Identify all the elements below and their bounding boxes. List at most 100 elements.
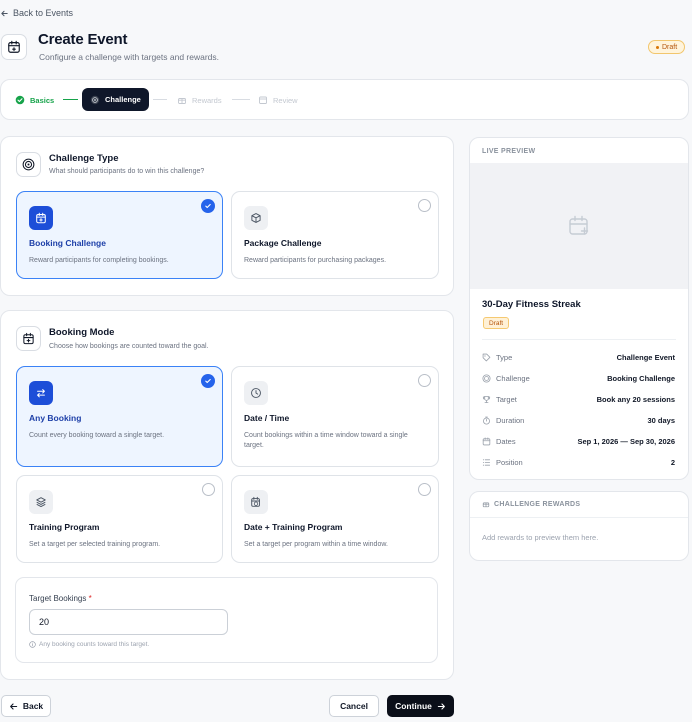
option-training-program[interactable]: Training Program Set a target per select… <box>16 475 223 563</box>
challenge-rewards-panel: CHALLENGE REWARDS Add rewards to preview… <box>469 491 689 561</box>
step-challenge-label: Challenge <box>105 95 141 104</box>
preview-image-placeholder <box>470 163 688 289</box>
status-dot-icon <box>656 45 659 49</box>
preview-status-badge: Draft <box>483 317 510 329</box>
step-connector <box>153 99 167 100</box>
target-icon <box>16 152 41 177</box>
preview-row-dates: Dates Sep 1, 2026 — Sep 30, 2026 <box>482 434 675 448</box>
preview-row-value: Challenge Event <box>616 352 675 362</box>
list-icon <box>482 458 491 467</box>
option-booking-challenge[interactable]: Booking Challenge Reward participants fo… <box>16 191 223 279</box>
option-description: Count bookings within a time window towa… <box>244 432 408 449</box>
option-description: Set a target per selected training progr… <box>29 541 161 548</box>
trophy-icon <box>482 395 491 404</box>
calendar-plus-icon <box>16 326 41 351</box>
layers-icon <box>29 490 53 514</box>
option-title: Training Program <box>29 522 100 532</box>
tag-icon <box>482 353 491 362</box>
divider <box>482 339 676 340</box>
preview-row-key: Dates <box>496 436 516 446</box>
radio-button[interactable] <box>418 199 431 212</box>
required-mark: * <box>88 594 92 603</box>
step-basics[interactable]: Basics <box>15 90 54 110</box>
stopwatch-icon <box>482 416 491 425</box>
continue-button[interactable]: Continue <box>387 695 454 717</box>
live-preview-panel: LIVE PREVIEW 30-Day Fitness Streak Draft… <box>469 137 689 480</box>
info-icon <box>29 641 36 648</box>
continue-button-label: Continue <box>395 701 432 711</box>
option-title: Any Booking <box>29 413 82 423</box>
step-challenge[interactable]: Challenge <box>82 88 149 111</box>
step-rewards[interactable]: Rewards <box>177 90 222 110</box>
option-title: Booking Challenge <box>29 238 106 248</box>
step-progress: Basics Challenge Rewards Review <box>0 79 689 120</box>
step-basics-label: Basics <box>30 95 55 105</box>
package-icon <box>244 206 268 230</box>
preview-row-key: Type <box>496 352 513 362</box>
back-button-label: Back <box>22 701 44 711</box>
preview-row-key: Position <box>496 457 523 467</box>
arrow-left-icon <box>9 702 18 711</box>
preview-row-value: 2 <box>670 457 675 467</box>
section-subtitle: Choose how bookings are counted toward t… <box>49 343 209 350</box>
section-subtitle: What should participants do to win this … <box>49 168 205 175</box>
preview-row-key: Target <box>496 394 517 404</box>
target-icon <box>90 95 100 105</box>
target-hint: Any booking counts toward this target. <box>29 641 149 648</box>
step-connector <box>232 99 250 100</box>
gift-icon <box>177 95 187 105</box>
preview-row-duration: Duration 30 days <box>482 413 675 427</box>
status-badge-label: Draft <box>662 43 678 51</box>
step-rewards-label: Rewards <box>192 95 222 105</box>
preview-row-value: Book any 20 sessions <box>596 394 675 404</box>
selected-check-icon <box>201 199 215 213</box>
preview-row-position: Position 2 <box>482 455 675 469</box>
option-date-training-program[interactable]: Date + Training Program Set a target per… <box>231 475 439 563</box>
option-any-booking[interactable]: Any Booking Count every booking toward a… <box>16 366 223 467</box>
preview-row-value: 30 days <box>647 415 675 425</box>
calendar-plus-icon <box>29 206 53 230</box>
rewards-empty-text: Add rewards to preview them here. <box>482 533 599 542</box>
target-icon <box>482 373 491 383</box>
preview-row-key: Duration <box>496 415 525 425</box>
selected-check-icon <box>201 374 215 388</box>
target-hint-text: Any booking counts toward this target. <box>39 641 150 648</box>
step-connector <box>63 99 78 100</box>
target-bookings-panel: Target Bookings * Any booking counts tow… <box>15 577 438 663</box>
option-package-challenge[interactable]: Package Challenge Reward participants fo… <box>231 191 439 279</box>
step-review[interactable]: Review <box>258 90 298 110</box>
radio-button[interactable] <box>418 483 431 496</box>
target-bookings-input[interactable] <box>29 609 228 635</box>
check-circle-icon <box>15 95 25 105</box>
swap-icon <box>29 381 53 405</box>
preview-row-key: Challenge <box>496 373 530 383</box>
back-to-events-link[interactable]: Back to Events <box>0 8 73 18</box>
live-preview-heading: LIVE PREVIEW <box>482 148 536 155</box>
target-bookings-label: Target Bookings * <box>29 594 92 603</box>
back-button[interactable]: Back <box>1 695 51 717</box>
gift-icon <box>482 500 490 508</box>
back-to-events-label: Back to Events <box>13 8 74 18</box>
option-title: Package Challenge <box>244 238 322 248</box>
challenge-type-section: Challenge Type What should participants … <box>0 136 454 296</box>
cancel-button[interactable]: Cancel <box>329 695 379 717</box>
radio-button[interactable] <box>202 483 215 496</box>
rewards-heading-text: CHALLENGE REWARDS <box>494 500 581 508</box>
option-description: Count every booking toward a single targ… <box>29 432 165 439</box>
section-title: Booking Mode <box>49 327 115 338</box>
option-title: Date / Time <box>244 413 290 423</box>
preview-row-value: Booking Challenge <box>607 373 675 383</box>
arrow-left-icon <box>0 9 9 18</box>
option-title: Date + Training Program <box>244 522 343 532</box>
calendar-clock-icon <box>244 490 268 514</box>
target-label-text: Target Bookings <box>29 594 87 603</box>
preview-row-type: Type Challenge Event <box>482 350 675 364</box>
radio-button[interactable] <box>418 374 431 387</box>
option-description: Reward participants for purchasing packa… <box>244 257 387 264</box>
page-subtitle: Configure a challenge with targets and r… <box>39 52 220 62</box>
preview-event-title: 30-Day Fitness Streak <box>482 299 581 310</box>
clock-icon <box>244 381 268 405</box>
option-date-time[interactable]: Date / Time Count bookings within a time… <box>231 366 439 467</box>
calendar-plus-icon <box>567 214 591 238</box>
preview-row-target: Target Book any 20 sessions <box>482 392 675 406</box>
